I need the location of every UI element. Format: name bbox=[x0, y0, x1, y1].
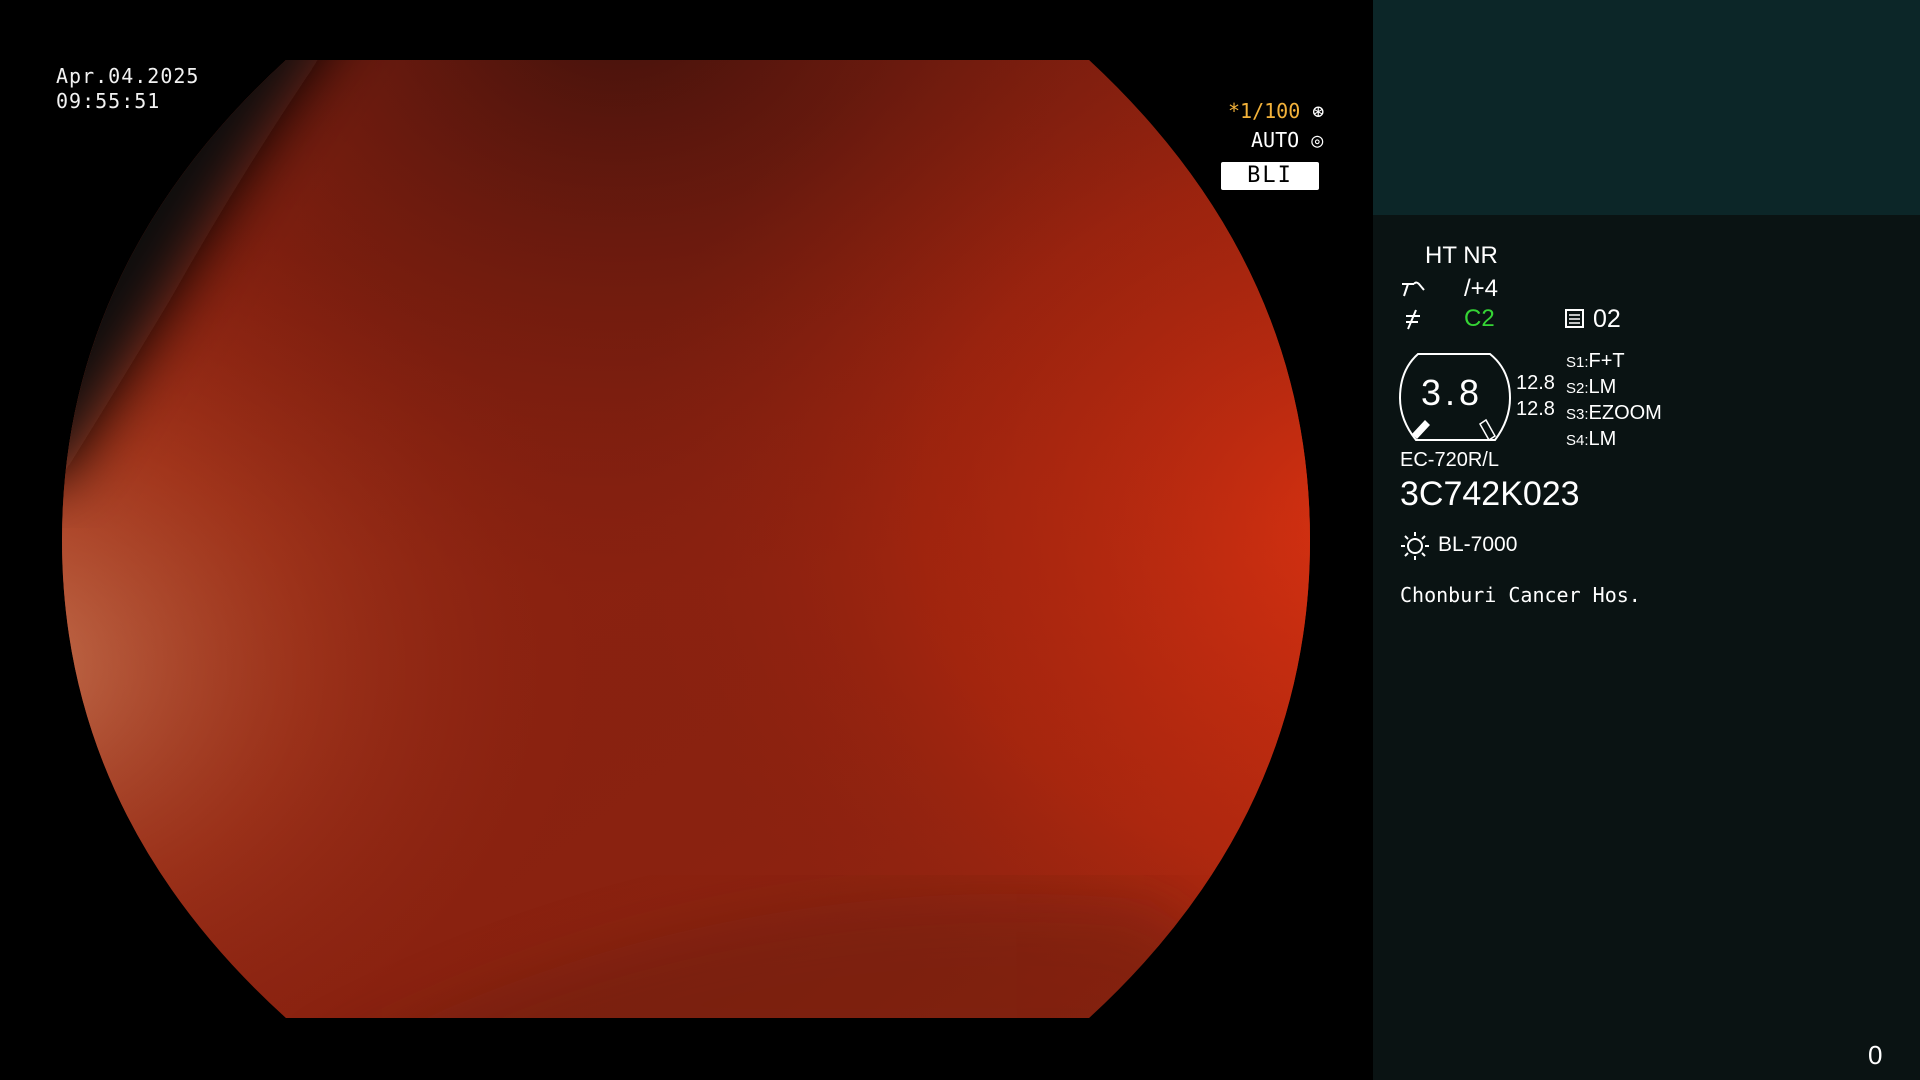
nr-value: C2 bbox=[1464, 305, 1495, 332]
scope-model: EC-720R/L bbox=[1400, 449, 1499, 471]
iris-indicator: AUTO ◎ bbox=[1251, 128, 1323, 152]
shutter-label: *1/100 bbox=[1228, 99, 1301, 123]
light-source-icon bbox=[1401, 532, 1429, 560]
ht-nr-labels: HT NR bbox=[1425, 242, 1498, 269]
switch-row: S4:LM bbox=[1566, 428, 1617, 450]
bli-mode-badge: BLI bbox=[1221, 162, 1319, 190]
pressure-value-1: 12.8 bbox=[1516, 372, 1555, 394]
iris-icon: ◎ bbox=[1311, 128, 1324, 152]
light-source-model: BL-7000 bbox=[1438, 533, 1518, 556]
shutter-indicator: *1/100 ⊛ bbox=[1228, 99, 1324, 123]
date-label: Apr.04.2025 bbox=[56, 64, 200, 88]
scope-switch-list: S1:F+T S2:LM S3:EZOOM S4:LM bbox=[1566, 349, 1662, 453]
image-counter: 0 bbox=[1868, 1040, 1883, 1070]
iris-label: AUTO bbox=[1251, 128, 1300, 152]
endoscope-image bbox=[62, 60, 1310, 1018]
info-panel: HT NR /+4 C2 02 3.8 12.8 12.8 S1:F+T S2:… bbox=[1373, 0, 1920, 1080]
switch-row: S1:F+T bbox=[1566, 350, 1625, 372]
preset-value: 02 bbox=[1593, 305, 1621, 333]
hospital-name: Chonburi Cancer Hos. bbox=[1400, 583, 1641, 607]
panel-thumbnail-area bbox=[1373, 0, 1920, 215]
switch-row: S2:LM bbox=[1566, 376, 1617, 398]
time-label: 09:55:51 bbox=[56, 89, 161, 113]
ht-value: /+4 bbox=[1464, 275, 1499, 302]
noise-reduction-icon bbox=[1406, 309, 1420, 330]
scope-serial: 3C742K023 bbox=[1400, 475, 1580, 513]
structure-enhancement-icon bbox=[1402, 281, 1425, 297]
endoscope-view: Apr.04.2025 09:55:51 *1/100 ⊛ AUTO ◎ BLI bbox=[0, 0, 1373, 1080]
pressure-value-2: 12.8 bbox=[1516, 398, 1555, 420]
zoom-value: 3.8 bbox=[1420, 372, 1484, 413]
preset-icon bbox=[1565, 309, 1584, 328]
shutter-icon: ⊛ bbox=[1312, 99, 1325, 123]
switch-row: S3:EZOOM bbox=[1566, 402, 1662, 424]
